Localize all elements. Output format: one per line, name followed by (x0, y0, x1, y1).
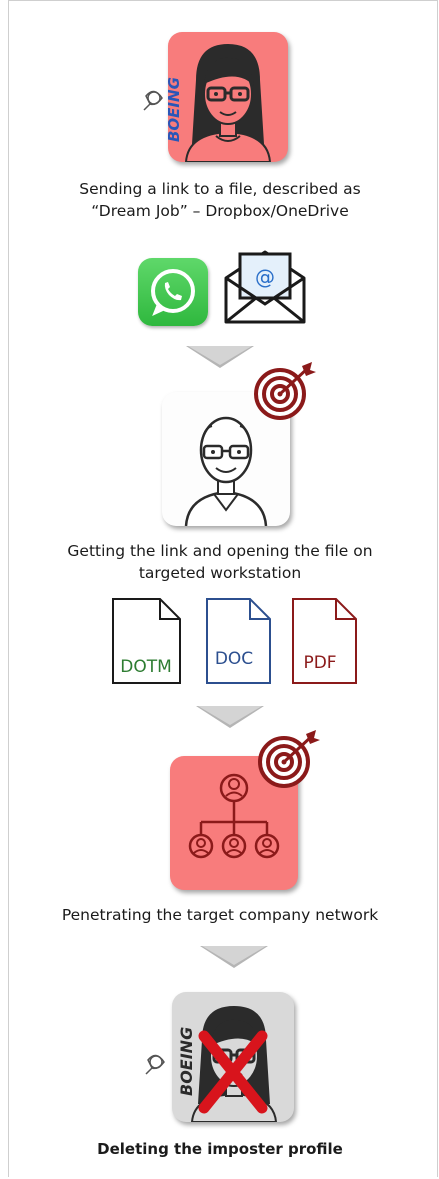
flow-arrow-2 (196, 706, 264, 728)
step2-caption-line1: Getting the link and opening the file on (67, 542, 373, 560)
svg-text:DOTM: DOTM (120, 657, 172, 677)
svg-text:PDF: PDF (303, 653, 336, 673)
red-cross-icon (198, 1030, 268, 1114)
flow-arrow-3 (200, 946, 268, 968)
step4-caption: Deleting the imposter profile (20, 1138, 420, 1160)
whatsapp-icon (138, 258, 208, 326)
step2-caption: Getting the link and opening the file on… (20, 540, 420, 584)
target-icon (256, 728, 322, 790)
step2-caption-line2: targeted workstation (138, 564, 302, 582)
step3-caption-line1: Penetrating the target company network (61, 906, 379, 924)
pdf-file-icon: PDF (290, 596, 360, 686)
boeing-wordmark: BOEING (160, 58, 186, 146)
step3-caption: Penetrating the target company network (20, 904, 420, 926)
boeing-wordmark: BOEING (172, 1004, 198, 1100)
svg-text:BOEING: BOEING (177, 1027, 196, 1096)
step4-caption-line1: Deleting the imposter profile (97, 1140, 343, 1158)
email-envelope-icon: @ (220, 246, 310, 326)
svg-text:@: @ (255, 265, 275, 289)
svg-text:BOEING: BOEING (165, 77, 183, 142)
step1-caption-line1: Sending a link to a file, described as (79, 180, 361, 198)
svg-text:DOC: DOC (215, 649, 253, 669)
step1-caption-line2: “Dream Job” – Dropbox/OneDrive (91, 202, 349, 220)
step1-caption: Sending a link to a file, described as “… (20, 178, 420, 222)
doc-file-icon: DOC (204, 596, 274, 686)
flow-arrow-1 (186, 346, 254, 368)
dotm-file-icon: DOTM (110, 596, 184, 686)
target-icon (252, 360, 318, 422)
